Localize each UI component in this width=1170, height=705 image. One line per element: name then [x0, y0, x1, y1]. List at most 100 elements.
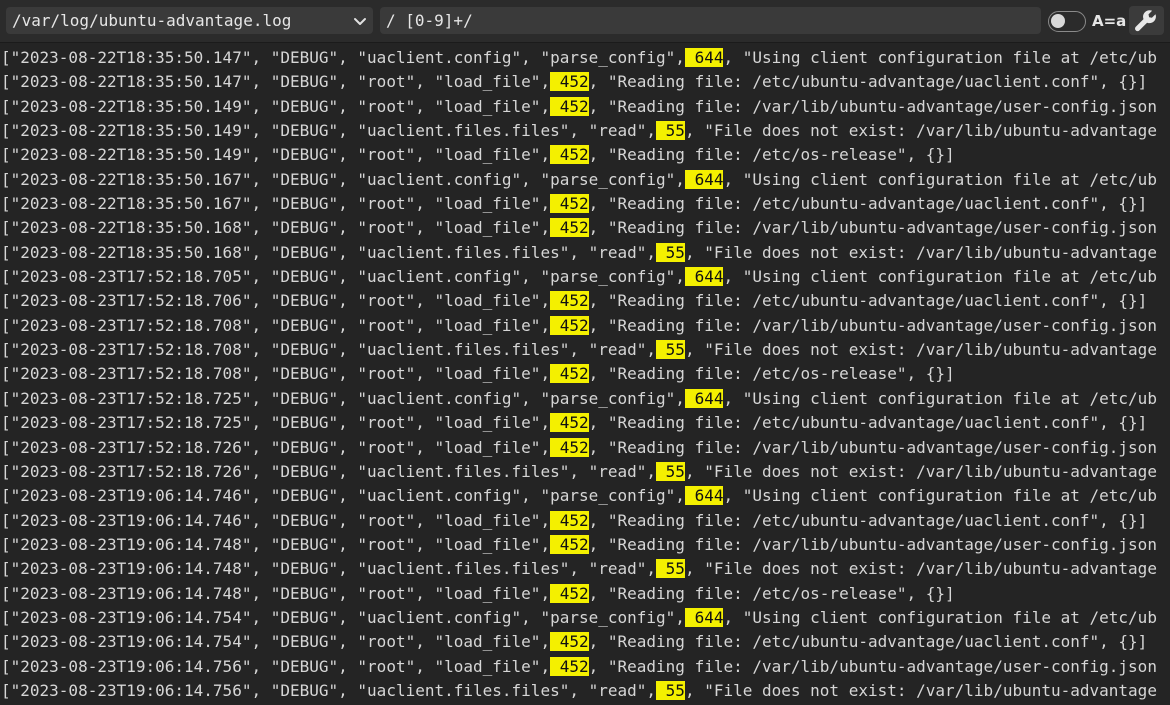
- search-match-highlight: 452: [550, 437, 589, 457]
- toggle-knob: [1051, 14, 1065, 28]
- log-line-text: ["2023-08-22T18:35:50.167", "DEBUG", "ua…: [1, 169, 685, 189]
- log-line-text: , "Reading file: /etc/ubuntu-advantage/u…: [588, 291, 1148, 311]
- log-line: ["2023-08-23T19:06:14.748", "DEBUG", "ro…: [0, 533, 1170, 557]
- search-input[interactable]: [380, 7, 1041, 34]
- search-match-highlight: 55: [656, 559, 685, 579]
- log-line: ["2023-08-23T17:52:18.706", "DEBUG", "ro…: [0, 289, 1170, 313]
- log-line-text: , "File does not exist: /var/lib/ubuntu-…: [684, 461, 1157, 481]
- log-line-text: ["2023-08-23T19:06:14.748", "DEBUG", "ua…: [1, 559, 657, 579]
- log-line-text: ["2023-08-23T19:06:14.748", "DEBUG", "ro…: [1, 583, 551, 603]
- toolbar: /var/log/ubuntu-advantage.log A=a: [0, 0, 1170, 43]
- log-line-text: ["2023-08-23T17:52:18.705", "DEBUG", "ua…: [1, 267, 685, 287]
- log-line: ["2023-08-23T19:06:14.756", "DEBUG", "ro…: [0, 655, 1170, 679]
- log-line: ["2023-08-23T17:52:18.725", "DEBUG", "ua…: [0, 387, 1170, 411]
- log-line: ["2023-08-23T17:52:18.725", "DEBUG", "ro…: [0, 411, 1170, 435]
- log-line-text: , "Reading file: /var/lib/ubuntu-advanta…: [588, 534, 1157, 554]
- log-line: ["2023-08-23T19:06:14.748", "DEBUG", "ro…: [0, 582, 1170, 606]
- log-line-text: ["2023-08-22T18:35:50.149", "DEBUG", "ro…: [1, 96, 551, 116]
- log-line-text: ["2023-08-22T18:35:50.167", "DEBUG", "ro…: [1, 194, 551, 214]
- log-line: ["2023-08-23T19:06:14.754", "DEBUG", "ro…: [0, 630, 1170, 654]
- search-match-highlight: 452: [550, 145, 589, 165]
- case-sensitivity-toggle[interactable]: [1048, 11, 1086, 32]
- log-line-text: , "Reading file: /etc/os-release", {}]: [588, 145, 955, 165]
- log-line-text: , "Reading file: /var/lib/ubuntu-advanta…: [588, 218, 1157, 238]
- log-line: ["2023-08-22T18:35:50.147", "DEBUG", "ro…: [0, 70, 1170, 94]
- log-line-text: ["2023-08-22T18:35:50.147", "DEBUG", "ro…: [1, 72, 551, 92]
- log-line: ["2023-08-23T19:06:14.756", "DEBUG", "ua…: [0, 679, 1170, 703]
- log-line-text: , "Using client configuration file at /e…: [723, 486, 1157, 506]
- log-line-text: , "Using client configuration file at /e…: [723, 388, 1157, 408]
- log-line-text: , "Reading file: /etc/ubuntu-advantage/u…: [588, 72, 1148, 92]
- search-match-highlight: 452: [550, 291, 589, 311]
- log-line-text: , "Reading file: /var/lib/ubuntu-advanta…: [588, 315, 1157, 335]
- search-match-highlight: 644: [684, 267, 724, 287]
- log-line-text: ["2023-08-23T19:06:14.756", "DEBUG", "ro…: [1, 656, 551, 676]
- log-line-text: , "Using client configuration file at /e…: [723, 169, 1157, 189]
- search-match-highlight: 55: [656, 461, 685, 481]
- log-line: ["2023-08-22T18:35:50.149", "DEBUG", "ro…: [0, 143, 1170, 167]
- log-line-text: ["2023-08-22T18:35:50.149", "DEBUG", "ro…: [1, 145, 551, 165]
- log-line-text: ["2023-08-22T18:35:50.168", "DEBUG", "ro…: [1, 218, 551, 238]
- search-match-highlight: 644: [684, 48, 724, 67]
- log-line: ["2023-08-22T18:35:50.149", "DEBUG", "ro…: [0, 95, 1170, 119]
- log-line: ["2023-08-23T19:06:14.754", "DEBUG", "ua…: [0, 606, 1170, 630]
- log-line: ["2023-08-23T17:52:18.705", "DEBUG", "ua…: [0, 265, 1170, 289]
- log-line-text: , "Using client configuration file at /e…: [723, 607, 1157, 627]
- search-match-highlight: 452: [550, 413, 589, 433]
- file-path-label: /var/log/ubuntu-advantage.log: [12, 11, 292, 30]
- search-match-highlight: 644: [684, 169, 724, 189]
- settings-button[interactable]: [1129, 6, 1164, 35]
- log-line: ["2023-08-23T17:52:18.708", "DEBUG", "ua…: [0, 338, 1170, 362]
- log-line: ["2023-08-22T18:35:50.167", "DEBUG", "ro…: [0, 192, 1170, 216]
- log-line: ["2023-08-23T19:06:14.748", "DEBUG", "ua…: [0, 557, 1170, 581]
- search-match-highlight: 452: [550, 315, 589, 335]
- log-line: ["2023-08-22T18:35:50.147", "DEBUG", "ua…: [0, 46, 1170, 70]
- search-match-highlight: 55: [656, 242, 685, 262]
- log-line-text: , "Using client configuration file at /e…: [723, 48, 1157, 67]
- file-select-dropdown[interactable]: /var/log/ubuntu-advantage.log: [6, 7, 373, 34]
- log-line-text: ["2023-08-23T19:06:14.746", "DEBUG", "ro…: [1, 510, 551, 530]
- log-line-text: ["2023-08-23T17:52:18.726", "DEBUG", "ro…: [1, 437, 551, 457]
- search-match-highlight: 644: [684, 388, 724, 408]
- log-line-text: , "Reading file: /var/lib/ubuntu-advanta…: [588, 96, 1157, 116]
- log-line-text: ["2023-08-22T18:35:50.149", "DEBUG", "ua…: [1, 121, 657, 141]
- log-line-text: , "Reading file: /etc/os-release", {}]: [588, 583, 955, 603]
- log-line: ["2023-08-23T17:52:18.726", "DEBUG", "ua…: [0, 460, 1170, 484]
- search-match-highlight: 452: [550, 632, 589, 652]
- search-match-highlight: 55: [656, 340, 685, 360]
- search-match-highlight: 644: [684, 607, 724, 627]
- search-match-highlight: 452: [550, 510, 589, 530]
- log-line: ["2023-08-22T18:35:50.168", "DEBUG", "ro…: [0, 216, 1170, 240]
- log-line-text: , "File does not exist: /var/lib/ubuntu-…: [684, 340, 1157, 360]
- log-line: ["2023-08-22T18:35:50.168", "DEBUG", "ua…: [0, 241, 1170, 265]
- log-line-text: , "Reading file: /etc/ubuntu-advantage/u…: [588, 194, 1148, 214]
- log-line-text: ["2023-08-23T19:06:14.748", "DEBUG", "ro…: [1, 534, 551, 554]
- search-match-highlight: 452: [550, 218, 589, 238]
- log-line-text: , "Reading file: /var/lib/ubuntu-advanta…: [588, 437, 1157, 457]
- search-match-highlight: 55: [656, 680, 685, 700]
- log-line-text: , "File does not exist: /var/lib/ubuntu-…: [684, 121, 1157, 141]
- log-line-text: ["2023-08-22T18:35:50.147", "DEBUG", "ua…: [1, 48, 685, 67]
- search-match-highlight: 452: [550, 194, 589, 214]
- log-line: ["2023-08-23T17:52:18.708", "DEBUG", "ro…: [0, 314, 1170, 338]
- log-line: ["2023-08-23T19:06:14.746", "DEBUG", "ua…: [0, 484, 1170, 508]
- log-line-text: ["2023-08-23T19:06:14.754", "DEBUG", "ro…: [1, 632, 551, 652]
- log-view[interactable]: ["2023-08-22T18:35:50.147", "DEBUG", "ua…: [0, 46, 1170, 705]
- log-line-text: , "Reading file: /etc/ubuntu-advantage/u…: [588, 413, 1148, 433]
- search-match-highlight: 452: [550, 534, 589, 554]
- log-line-text: , "Reading file: /etc/os-release", {}]: [588, 364, 955, 384]
- log-line-text: ["2023-08-23T19:06:14.756", "DEBUG", "ua…: [1, 680, 657, 700]
- search-match-highlight: 452: [550, 72, 589, 92]
- log-line: ["2023-08-22T18:35:50.167", "DEBUG", "ua…: [0, 168, 1170, 192]
- log-line: ["2023-08-22T18:35:50.149", "DEBUG", "ua…: [0, 119, 1170, 143]
- log-line-text: , "Using client configuration file at /e…: [723, 267, 1157, 287]
- log-line-text: , "Reading file: /var/lib/ubuntu-advanta…: [588, 656, 1157, 676]
- search-match-highlight: 452: [550, 583, 589, 603]
- log-line-text: , "Reading file: /etc/ubuntu-advantage/u…: [588, 510, 1148, 530]
- log-line: ["2023-08-23T17:52:18.726", "DEBUG", "ro…: [0, 436, 1170, 460]
- search-match-highlight: 452: [550, 364, 589, 384]
- log-line-text: ["2023-08-23T17:52:18.708", "DEBUG", "ro…: [1, 364, 551, 384]
- log-line-text: ["2023-08-23T17:52:18.725", "DEBUG", "ua…: [1, 388, 685, 408]
- log-line-text: ["2023-08-23T17:52:18.708", "DEBUG", "ro…: [1, 315, 551, 335]
- log-line-text: , "File does not exist: /var/lib/ubuntu-…: [684, 680, 1157, 700]
